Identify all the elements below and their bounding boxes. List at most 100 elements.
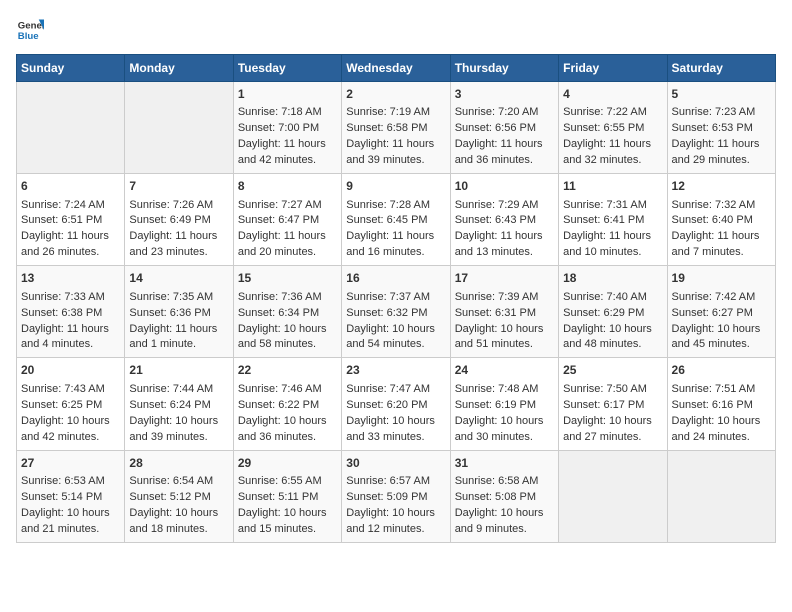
- weekday-header: Friday: [559, 55, 667, 82]
- day-info: Sunset: 5:14 PM: [21, 490, 120, 506]
- calendar-cell: [17, 82, 125, 174]
- day-info: Daylight: 10 hours and 15 minutes.: [238, 506, 337, 538]
- day-info: Sunrise: 7:19 AM: [346, 105, 445, 121]
- logo-icon: General Blue: [16, 16, 44, 44]
- day-info: Sunset: 6:41 PM: [563, 213, 662, 229]
- day-info: Daylight: 10 hours and 9 minutes.: [455, 506, 554, 538]
- calendar-cell: 18Sunrise: 7:40 AMSunset: 6:29 PMDayligh…: [559, 266, 667, 358]
- day-info: Daylight: 10 hours and 54 minutes.: [346, 322, 445, 354]
- day-info: Daylight: 10 hours and 18 minutes.: [129, 506, 228, 538]
- calendar-table: SundayMondayTuesdayWednesdayThursdayFrid…: [16, 54, 776, 543]
- calendar-cell: 27Sunrise: 6:53 AMSunset: 5:14 PMDayligh…: [17, 450, 125, 542]
- weekday-header: Saturday: [667, 55, 775, 82]
- day-number: 12: [672, 178, 771, 195]
- day-info: Sunset: 6:22 PM: [238, 398, 337, 414]
- day-info: Sunset: 6:20 PM: [346, 398, 445, 414]
- day-info: Sunrise: 7:27 AM: [238, 198, 337, 214]
- day-number: 19: [672, 270, 771, 287]
- day-info: Sunrise: 7:33 AM: [21, 290, 120, 306]
- day-info: Sunrise: 7:18 AM: [238, 105, 337, 121]
- day-number: 25: [563, 362, 662, 379]
- calendar-cell: 9Sunrise: 7:28 AMSunset: 6:45 PMDaylight…: [342, 174, 450, 266]
- day-info: Sunrise: 7:36 AM: [238, 290, 337, 306]
- day-info: Daylight: 11 hours and 1 minute.: [129, 322, 228, 354]
- calendar-cell: [125, 82, 233, 174]
- logo: General Blue: [16, 16, 44, 44]
- day-info: Daylight: 10 hours and 21 minutes.: [21, 506, 120, 538]
- day-info: Sunrise: 7:20 AM: [455, 105, 554, 121]
- day-info: Daylight: 10 hours and 24 minutes.: [672, 414, 771, 446]
- day-info: Sunrise: 7:22 AM: [563, 105, 662, 121]
- calendar-cell: 22Sunrise: 7:46 AMSunset: 6:22 PMDayligh…: [233, 358, 341, 450]
- day-number: 11: [563, 178, 662, 195]
- day-info: Sunset: 6:31 PM: [455, 306, 554, 322]
- day-info: Sunrise: 7:46 AM: [238, 382, 337, 398]
- day-number: 24: [455, 362, 554, 379]
- day-info: Daylight: 11 hours and 26 minutes.: [21, 229, 120, 261]
- day-info: Sunrise: 7:26 AM: [129, 198, 228, 214]
- day-number: 16: [346, 270, 445, 287]
- day-number: 5: [672, 86, 771, 103]
- day-info: Sunrise: 6:58 AM: [455, 474, 554, 490]
- calendar-cell: 23Sunrise: 7:47 AMSunset: 6:20 PMDayligh…: [342, 358, 450, 450]
- day-info: Daylight: 10 hours and 58 minutes.: [238, 322, 337, 354]
- day-number: 17: [455, 270, 554, 287]
- calendar-cell: 17Sunrise: 7:39 AMSunset: 6:31 PMDayligh…: [450, 266, 558, 358]
- day-info: Sunrise: 7:42 AM: [672, 290, 771, 306]
- day-info: Sunset: 6:49 PM: [129, 213, 228, 229]
- day-info: Sunset: 6:47 PM: [238, 213, 337, 229]
- day-info: Daylight: 10 hours and 48 minutes.: [563, 322, 662, 354]
- day-info: Sunset: 6:56 PM: [455, 121, 554, 137]
- calendar-cell: 21Sunrise: 7:44 AMSunset: 6:24 PMDayligh…: [125, 358, 233, 450]
- calendar-body: 1Sunrise: 7:18 AMSunset: 7:00 PMDaylight…: [17, 82, 776, 543]
- day-number: 31: [455, 455, 554, 472]
- day-info: Daylight: 10 hours and 39 minutes.: [129, 414, 228, 446]
- day-number: 15: [238, 270, 337, 287]
- day-info: Sunset: 6:32 PM: [346, 306, 445, 322]
- day-info: Sunset: 6:58 PM: [346, 121, 445, 137]
- weekday-header: Monday: [125, 55, 233, 82]
- day-info: Sunrise: 7:35 AM: [129, 290, 228, 306]
- calendar-row: 27Sunrise: 6:53 AMSunset: 5:14 PMDayligh…: [17, 450, 776, 542]
- day-info: Sunrise: 7:32 AM: [672, 198, 771, 214]
- day-number: 28: [129, 455, 228, 472]
- day-number: 21: [129, 362, 228, 379]
- calendar-cell: 7Sunrise: 7:26 AMSunset: 6:49 PMDaylight…: [125, 174, 233, 266]
- day-info: Sunrise: 7:31 AM: [563, 198, 662, 214]
- day-number: 18: [563, 270, 662, 287]
- day-info: Sunrise: 6:53 AM: [21, 474, 120, 490]
- calendar-cell: 8Sunrise: 7:27 AMSunset: 6:47 PMDaylight…: [233, 174, 341, 266]
- day-number: 3: [455, 86, 554, 103]
- day-info: Daylight: 11 hours and 29 minutes.: [672, 137, 771, 169]
- day-info: Sunrise: 7:37 AM: [346, 290, 445, 306]
- day-info: Daylight: 10 hours and 27 minutes.: [563, 414, 662, 446]
- calendar-cell: 2Sunrise: 7:19 AMSunset: 6:58 PMDaylight…: [342, 82, 450, 174]
- calendar-cell: 30Sunrise: 6:57 AMSunset: 5:09 PMDayligh…: [342, 450, 450, 542]
- calendar-cell: 13Sunrise: 7:33 AMSunset: 6:38 PMDayligh…: [17, 266, 125, 358]
- day-info: Daylight: 11 hours and 13 minutes.: [455, 229, 554, 261]
- calendar-cell: 10Sunrise: 7:29 AMSunset: 6:43 PMDayligh…: [450, 174, 558, 266]
- day-number: 22: [238, 362, 337, 379]
- day-info: Sunrise: 7:51 AM: [672, 382, 771, 398]
- weekday-header: Sunday: [17, 55, 125, 82]
- calendar-cell: 26Sunrise: 7:51 AMSunset: 6:16 PMDayligh…: [667, 358, 775, 450]
- day-info: Sunrise: 7:39 AM: [455, 290, 554, 306]
- day-info: Daylight: 11 hours and 36 minutes.: [455, 137, 554, 169]
- calendar-cell: 29Sunrise: 6:55 AMSunset: 5:11 PMDayligh…: [233, 450, 341, 542]
- day-info: Daylight: 11 hours and 32 minutes.: [563, 137, 662, 169]
- calendar-cell: 19Sunrise: 7:42 AMSunset: 6:27 PMDayligh…: [667, 266, 775, 358]
- calendar-cell: [667, 450, 775, 542]
- day-info: Sunrise: 7:44 AM: [129, 382, 228, 398]
- day-number: 9: [346, 178, 445, 195]
- calendar-cell: 25Sunrise: 7:50 AMSunset: 6:17 PMDayligh…: [559, 358, 667, 450]
- day-number: 8: [238, 178, 337, 195]
- calendar-cell: 3 Sunrise: 7:20 AMSunset: 6:56 PMDaylight…: [450, 82, 558, 174]
- day-info: Sunset: 5:08 PM: [455, 490, 554, 506]
- day-info: Sunset: 6:43 PM: [455, 213, 554, 229]
- calendar-row: 6Sunrise: 7:24 AMSunset: 6:51 PMDaylight…: [17, 174, 776, 266]
- day-number: 1: [238, 86, 337, 103]
- day-info: Daylight: 10 hours and 30 minutes.: [455, 414, 554, 446]
- day-info: Sunset: 6:29 PM: [563, 306, 662, 322]
- day-info: Sunset: 5:11 PM: [238, 490, 337, 506]
- day-number: 10: [455, 178, 554, 195]
